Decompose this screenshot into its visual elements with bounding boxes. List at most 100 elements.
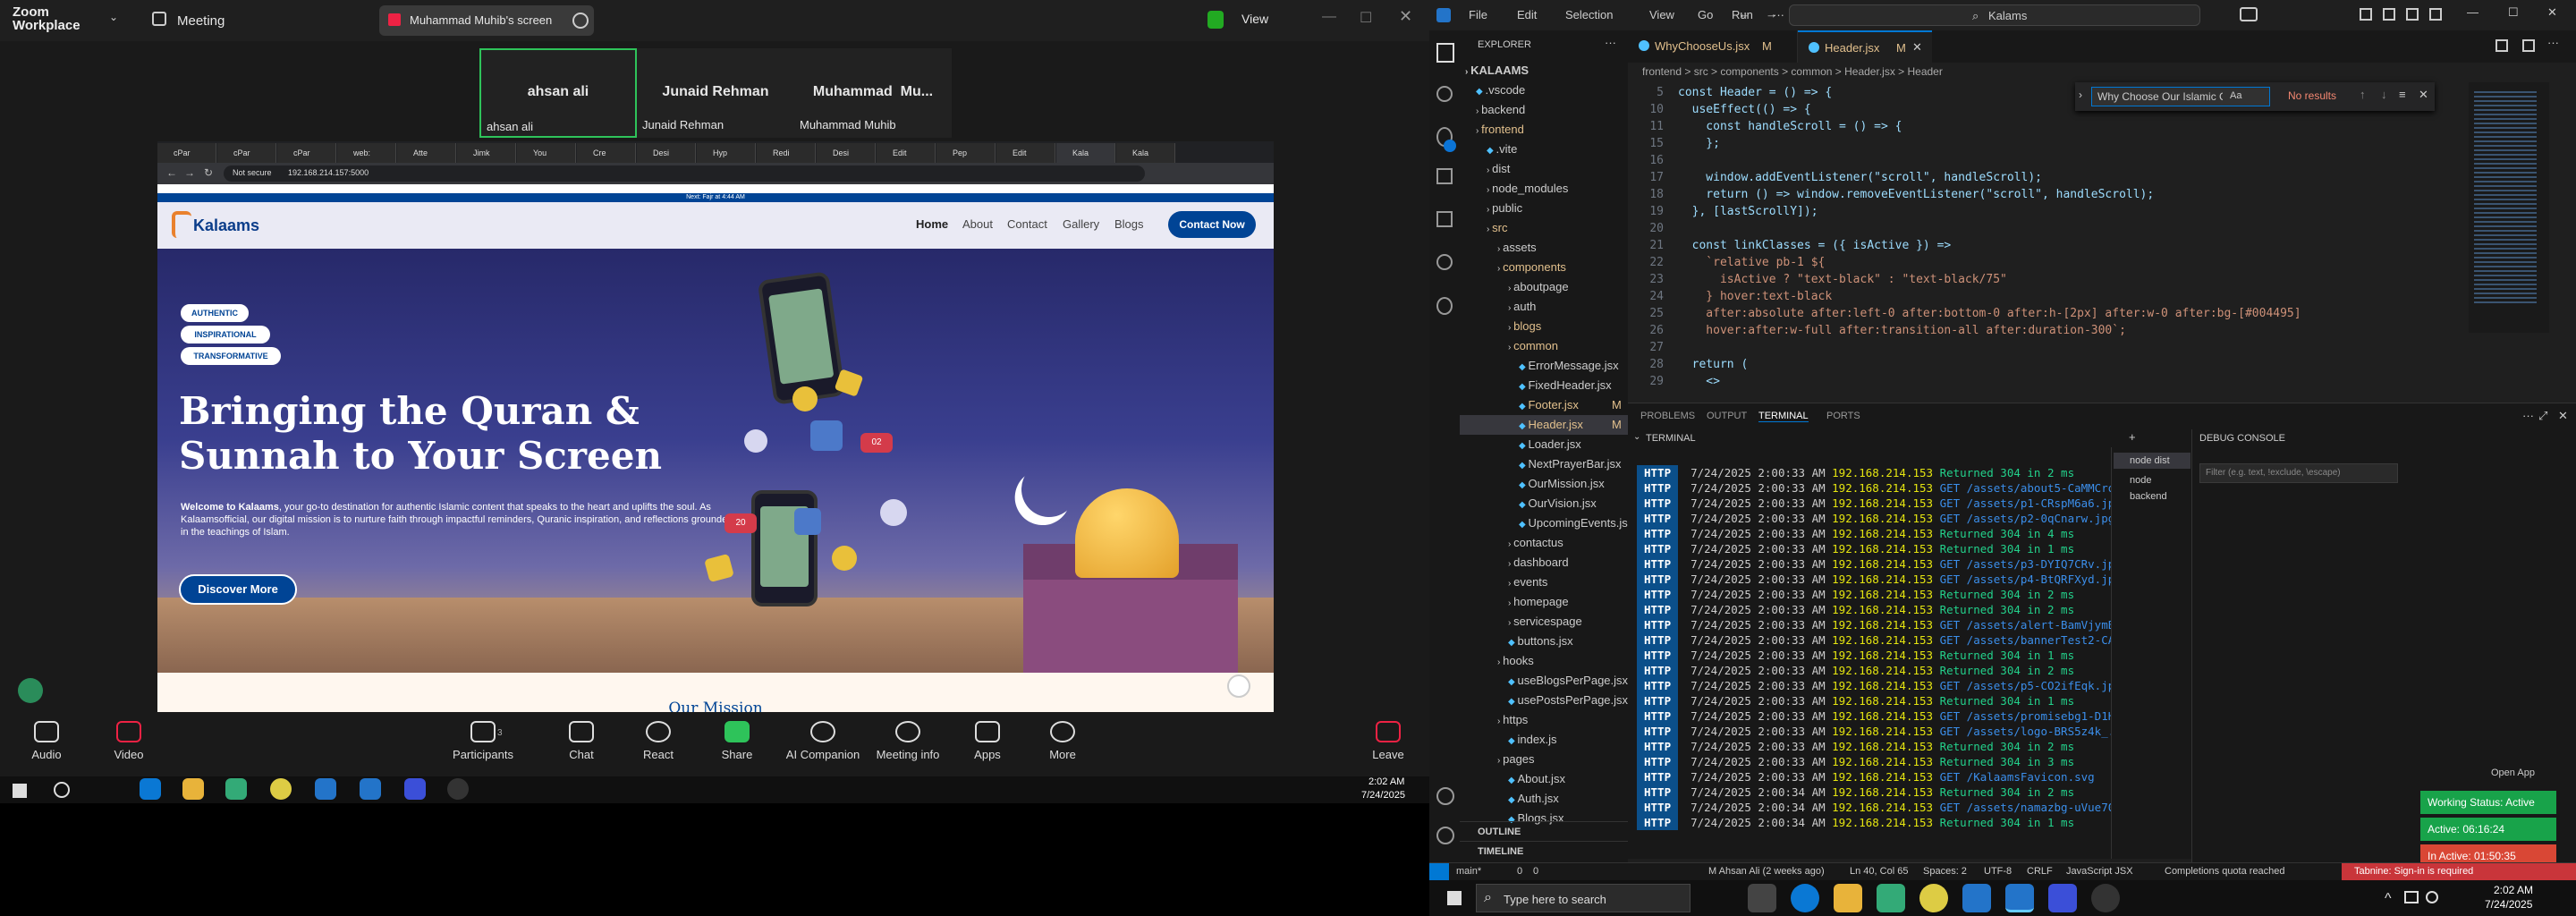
next-match-icon[interactable]: ↓	[2381, 88, 2387, 101]
browser-tab[interactable]: Edit	[877, 143, 936, 163]
nav-home[interactable]: Home	[916, 217, 948, 231]
customize-layout-icon[interactable]	[2429, 8, 2442, 21]
language-mode[interactable]: JavaScript JSX	[2066, 866, 2133, 877]
selection-icon[interactable]: ≡	[2399, 88, 2406, 101]
mongo-icon[interactable]	[1436, 297, 1453, 315]
tree-item-header-jsx[interactable]: ◆ Header.jsx M	[1460, 415, 1628, 435]
terminal-item[interactable]: node backend	[2114, 472, 2190, 502]
annotate-pencil-icon[interactable]	[18, 678, 43, 703]
chevron-down-icon[interactable]: ⌄	[109, 11, 118, 23]
minimize-icon[interactable]: —	[1322, 9, 1336, 25]
tree-item-fixedheader-jsx[interactable]: ◆ FixedHeader.jsx	[1460, 376, 1628, 395]
terminal-item[interactable]: node dist	[2114, 453, 2190, 469]
timeline-section[interactable]: TIMELINE	[1460, 841, 1628, 861]
encoding[interactable]: UTF-8	[1984, 866, 2012, 877]
tree-item-pages[interactable]: › pages	[1460, 750, 1628, 769]
participant-tile[interactable]: Muhammad Mu... Muhammad Muhib	[794, 48, 952, 138]
split-editor-icon[interactable]	[2522, 39, 2535, 52]
meeting-label[interactable]: Meeting	[177, 13, 225, 29]
tree-item-upcomingevents-jsx[interactable]: ◆ UpcomingEvents.jsx	[1460, 513, 1628, 533]
windows-start-icon[interactable]	[1447, 891, 1462, 905]
compare-icon[interactable]	[2496, 39, 2508, 52]
errors-count[interactable]: 0	[1517, 866, 1522, 877]
close-icon[interactable]: ✕	[2419, 88, 2428, 102]
browser-tab[interactable]: Kala	[1056, 143, 1115, 163]
tree-item-backend[interactable]: › backend	[1460, 100, 1628, 120]
new-terminal-icon[interactable]: +	[2129, 430, 2136, 444]
volume-icon[interactable]	[2426, 891, 2438, 903]
tree-item-ourvision-jsx[interactable]: ◆ OurVision.jsx	[1460, 494, 1628, 513]
browser-tab[interactable]: web:	[337, 143, 396, 163]
tree-item-common[interactable]: › common	[1460, 336, 1628, 356]
gear-icon[interactable]	[1436, 827, 1454, 844]
menu-item[interactable]: Selection	[1565, 8, 1613, 21]
browser-tab[interactable]: Desi	[637, 143, 696, 163]
git-blame[interactable]: M Ahsan Ali (2 weeks ago)	[1708, 866, 1825, 877]
tree-item-about-jsx[interactable]: ◆ About.jsx	[1460, 769, 1628, 789]
tree-item-useblogsperpage-jsx[interactable]: ◆ useBlogsPerPage.jsx	[1460, 671, 1628, 691]
browser-tab[interactable]: You	[517, 143, 576, 163]
tree-item-events[interactable]: › events	[1460, 572, 1628, 592]
contact-now-button[interactable]: Contact Now	[1168, 211, 1256, 238]
tree-item-assets[interactable]: › assets	[1460, 238, 1628, 258]
more-icon[interactable]	[572, 13, 589, 29]
warnings-count[interactable]: 0	[1533, 866, 1538, 877]
tree-item-https[interactable]: › https	[1460, 710, 1628, 730]
search-icon[interactable]	[1436, 86, 1453, 102]
participant-tile[interactable]: ahsan ali ahsan ali	[479, 48, 637, 138]
forward-icon[interactable]: →	[184, 166, 195, 179]
tree-item-auth[interactable]: › auth	[1460, 297, 1628, 317]
tree-item-blogs[interactable]: › blogs	[1460, 317, 1628, 336]
gear-icon[interactable]	[152, 12, 166, 26]
nav-gallery[interactable]: Gallery	[1063, 217, 1099, 231]
more-button[interactable]: More	[1027, 721, 1098, 761]
tree-item-servicespage[interactable]: › servicespage	[1460, 612, 1628, 632]
open-app-link[interactable]: Open App	[2491, 768, 2535, 778]
discover-more-button[interactable]: Discover More	[179, 574, 297, 605]
browser-tab[interactable]: cPar	[217, 143, 276, 163]
tree-item-buttons-jsx[interactable]: ◆ buttons.jsx	[1460, 632, 1628, 651]
close-icon[interactable]: ✕	[1399, 7, 1412, 26]
tree-item-src[interactable]: › src	[1460, 218, 1628, 238]
video-button[interactable]: Video	[93, 721, 165, 761]
store-icon[interactable]	[1877, 884, 1905, 912]
browser-tab[interactable]: Redi	[757, 143, 816, 163]
tree-item-public[interactable]: › public	[1460, 199, 1628, 218]
browser-tab[interactable]: Atte	[397, 143, 456, 163]
cursor-position[interactable]: Ln 40, Col 65	[1850, 866, 1908, 877]
tab-problems[interactable]: PROBLEMS	[1640, 411, 1695, 421]
url-field[interactable]: Not secure 192.168.214.157:5000	[224, 165, 1145, 182]
run-debug-icon[interactable]	[1436, 168, 1453, 184]
command-search[interactable]: ⌕ Kalams	[1789, 4, 2200, 26]
copilot-quota[interactable]: Completions quota reached	[2165, 866, 2285, 877]
share-button[interactable]: Share	[701, 721, 773, 761]
sidebar-icon[interactable]	[2406, 8, 2419, 21]
vscode-icon[interactable]	[1962, 884, 1991, 912]
explorer-icon[interactable]	[1436, 43, 1454, 63]
tree-item-footer-jsx[interactable]: ◆ Footer.jsx M	[1460, 395, 1628, 415]
edge-icon[interactable]	[140, 778, 161, 800]
tree-item-contactus[interactable]: › contactus	[1460, 533, 1628, 553]
tree-item-hooks[interactable]: › hooks	[1460, 651, 1628, 671]
menu-item[interactable]: Go	[1698, 8, 1713, 21]
tray-chevron-icon[interactable]: ^	[2385, 891, 2392, 907]
nav-contact[interactable]: Contact	[1007, 217, 1047, 231]
line-ending[interactable]: CRLF	[2027, 866, 2053, 877]
edge-icon[interactable]	[1791, 884, 1819, 912]
tab-header[interactable]: Header.jsx M ✕	[1798, 30, 1932, 63]
account-icon[interactable]	[1436, 787, 1454, 805]
tree-item-node-modules[interactable]: › node_modules	[1460, 179, 1628, 199]
browser-tab[interactable]: cPar	[277, 143, 336, 163]
search-icon[interactable]	[54, 782, 70, 798]
browser-tab[interactable]: Kala	[1116, 143, 1175, 163]
tree-item-frontend[interactable]: › frontend	[1460, 120, 1628, 140]
network-icon[interactable]	[2404, 891, 2419, 903]
tab-terminal[interactable]: TERMINAL	[1758, 411, 1809, 422]
previous-match-icon[interactable]: ↑	[2360, 88, 2366, 101]
browser-tab[interactable]: Pep	[936, 143, 996, 163]
tree-item-ourmission-jsx[interactable]: ◆ OurMission.jsx	[1460, 474, 1628, 494]
remote-indicator-icon[interactable]	[1429, 863, 1449, 881]
browser-tab[interactable]: Jimk	[457, 143, 516, 163]
reload-icon[interactable]: ↻	[204, 166, 213, 179]
chrome-icon[interactable]	[1919, 884, 1948, 912]
